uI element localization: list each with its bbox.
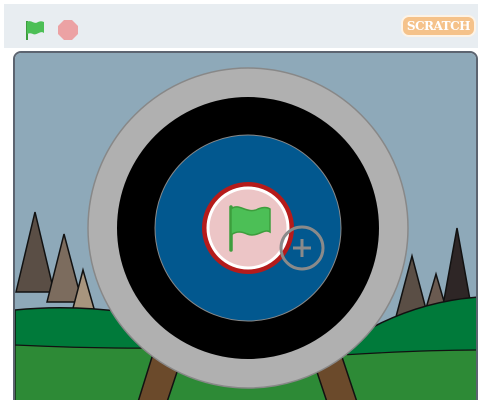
game-stage[interactable] bbox=[13, 51, 478, 400]
scratch-logo[interactable]: SCRATCH bbox=[402, 17, 474, 35]
green-flag-overlay[interactable] bbox=[206, 186, 290, 270]
stop-button[interactable] bbox=[57, 19, 79, 41]
grass-right bbox=[341, 349, 476, 400]
player-toolbar: SCRATCH bbox=[4, 4, 478, 48]
green-flag-button[interactable] bbox=[24, 18, 48, 42]
